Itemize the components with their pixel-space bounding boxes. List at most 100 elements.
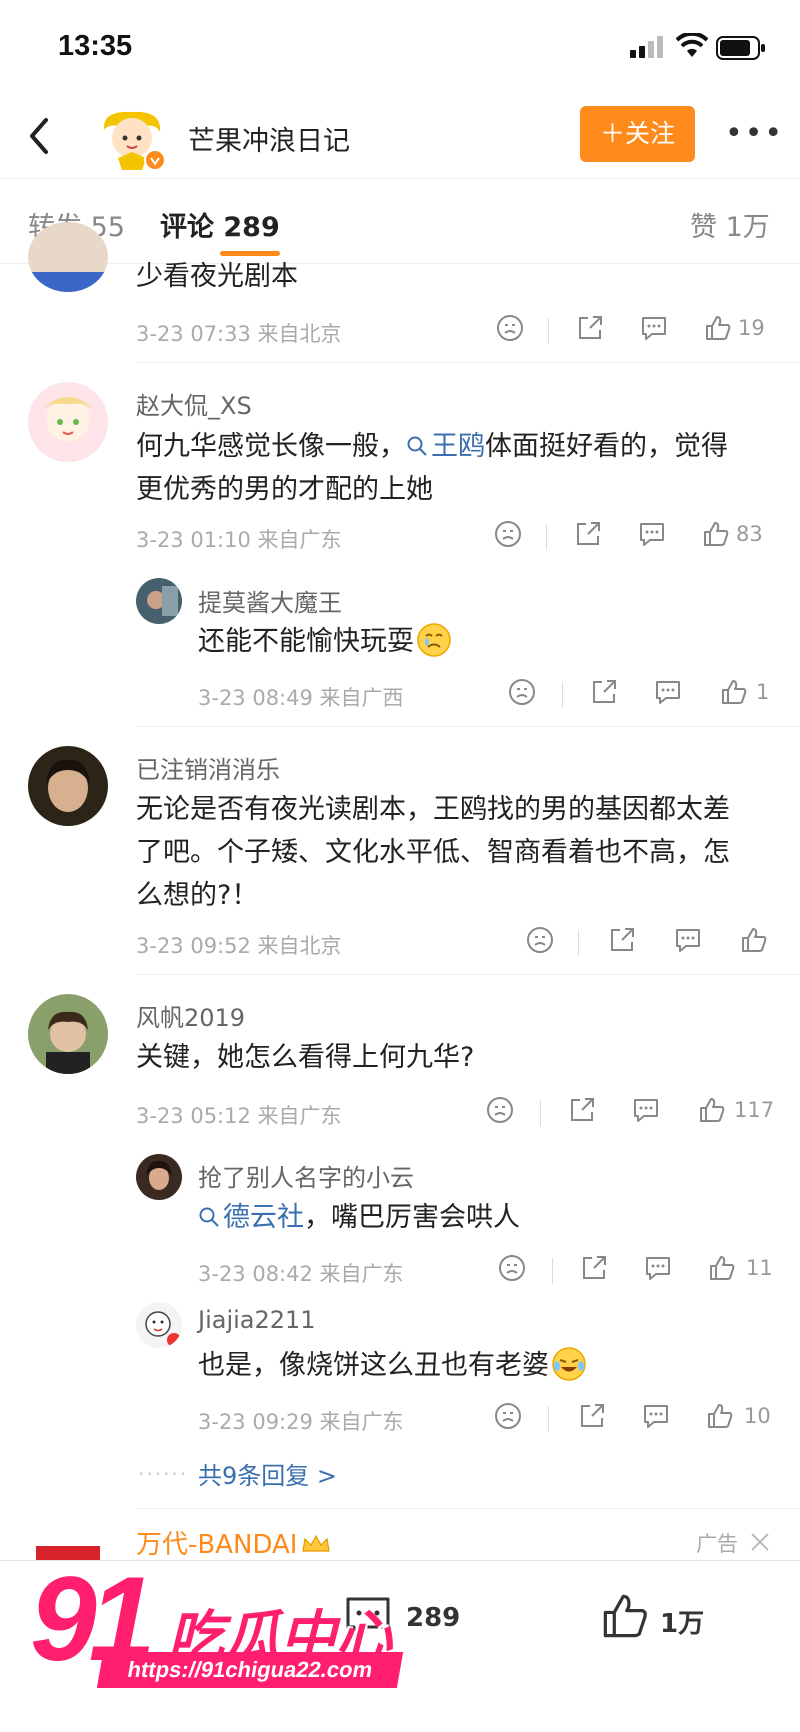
reply-text-part: 还能不能愉快玩耍 bbox=[198, 626, 414, 657]
topic-link-text: 王鸥 bbox=[431, 431, 485, 462]
like-icon[interactable] bbox=[708, 1254, 736, 1282]
replier-avatar[interactable] bbox=[136, 578, 182, 624]
share-icon[interactable] bbox=[580, 1254, 608, 1282]
signal-icon bbox=[630, 36, 663, 58]
comment-actions bbox=[526, 926, 786, 960]
commenter-name[interactable]: 风帆2019 bbox=[136, 998, 245, 1033]
replier-avatar[interactable] bbox=[136, 1154, 182, 1200]
comment-text-part: 了吧。个子矮、文化水平低、智商看着也不高，怎 bbox=[136, 837, 730, 868]
replier-name[interactable]: 抢了别人名字的小云 bbox=[198, 1158, 414, 1193]
battery-icon bbox=[716, 36, 765, 60]
share-icon[interactable] bbox=[576, 314, 604, 342]
account-name[interactable]: 芒果冲浪日记 bbox=[188, 119, 350, 158]
like-count: 10 bbox=[744, 1404, 771, 1428]
like-icon[interactable] bbox=[600, 1591, 650, 1641]
topic-link-text: 德云社 bbox=[223, 1202, 304, 1233]
dislike-icon[interactable] bbox=[496, 314, 524, 342]
back-icon[interactable] bbox=[20, 114, 60, 158]
like-icon[interactable] bbox=[740, 926, 768, 954]
commenter-avatar[interactable] bbox=[28, 382, 108, 462]
commenter-name[interactable]: 赵大侃_XS bbox=[136, 386, 252, 421]
dislike-icon[interactable] bbox=[508, 678, 536, 706]
commenter-name[interactable]: 已注销消消乐 bbox=[136, 750, 280, 785]
reply-icon[interactable] bbox=[654, 678, 682, 706]
dislike-icon[interactable] bbox=[498, 1254, 526, 1282]
reply-icon[interactable] bbox=[674, 926, 702, 954]
reply-meta: 3-23 09:29 来自广东 bbox=[198, 1410, 404, 1434]
wifi-icon bbox=[676, 33, 708, 57]
reply-icon[interactable] bbox=[638, 520, 666, 548]
likes-count: 1万 bbox=[660, 1609, 705, 1639]
replier-name[interactable]: 提莫酱大魔王 bbox=[198, 583, 342, 618]
comment-meta: 3-23 01:10 来自广东 bbox=[136, 528, 342, 552]
share-icon[interactable] bbox=[590, 678, 618, 706]
comment-divider bbox=[136, 726, 800, 727]
like-icon[interactable] bbox=[698, 1096, 726, 1124]
reply-actions: 11 bbox=[498, 1254, 778, 1288]
dislike-icon[interactable] bbox=[486, 1096, 514, 1124]
commenter-avatar[interactable] bbox=[28, 746, 108, 826]
like-icon[interactable] bbox=[704, 314, 732, 342]
view-more-replies[interactable]: 共9条回复 > bbox=[198, 1456, 337, 1491]
like-count: 1 bbox=[756, 680, 770, 704]
reply-text-part: ，嘴巴厉害会哄人 bbox=[304, 1202, 520, 1233]
watermark-url: https://91chigua22.com bbox=[96, 1652, 404, 1688]
comment-divider bbox=[136, 1508, 800, 1509]
reply-icon[interactable] bbox=[632, 1096, 660, 1124]
dislike-icon[interactable] bbox=[526, 926, 554, 954]
dislike-icon[interactable] bbox=[494, 520, 522, 548]
search-icon bbox=[199, 1207, 219, 1227]
like-icon[interactable] bbox=[706, 1402, 734, 1430]
comment-meta: 3-23 07:33 来自北京 bbox=[136, 322, 342, 346]
ad-account-name[interactable]: 万代-BANDAI bbox=[136, 1524, 331, 1561]
status-bar: 13:35 bbox=[0, 0, 800, 96]
dislike-icon[interactable] bbox=[494, 1402, 522, 1430]
topic-link[interactable]: 王鸥 bbox=[406, 431, 485, 462]
like-count: 11 bbox=[746, 1256, 773, 1280]
comment-meta: 3-23 09:52 来自北京 bbox=[136, 934, 342, 958]
reply-meta: 3-23 08:42 来自广东 bbox=[198, 1262, 404, 1286]
share-icon[interactable] bbox=[608, 926, 636, 954]
account-avatar[interactable] bbox=[96, 106, 168, 172]
reply-text: 也是，像烧饼这么丑也有老婆 bbox=[198, 1344, 587, 1387]
reply-actions: 1 bbox=[508, 678, 778, 712]
comment-actions: 19 bbox=[490, 314, 780, 348]
tab-bar: 转发 55 评论 289 赞 1万 bbox=[0, 178, 800, 264]
share-icon[interactable] bbox=[574, 520, 602, 548]
emoji-cry-icon bbox=[417, 623, 451, 657]
action-divider bbox=[552, 1258, 553, 1284]
status-time: 13:35 bbox=[58, 30, 133, 62]
replier-name[interactable]: Jiajia2211 bbox=[198, 1306, 316, 1334]
thread-dots: ······ bbox=[138, 1462, 189, 1486]
action-divider bbox=[548, 1406, 549, 1432]
commenter-avatar[interactable] bbox=[28, 222, 108, 292]
reply-meta: 3-23 08:49 来自广西 bbox=[198, 686, 404, 710]
emoji-laugh-cry-icon bbox=[552, 1347, 586, 1381]
like-icon[interactable] bbox=[720, 678, 748, 706]
like-icon[interactable] bbox=[702, 520, 730, 548]
close-icon[interactable] bbox=[748, 1530, 772, 1554]
follow-button[interactable]: ＋关注 bbox=[580, 106, 695, 162]
action-divider bbox=[546, 524, 547, 550]
like-count: 83 bbox=[736, 522, 763, 546]
topic-link[interactable]: 德云社 bbox=[198, 1202, 304, 1233]
share-icon[interactable] bbox=[568, 1096, 596, 1124]
comment-text: 关键，她怎么看得上何九华? bbox=[136, 1042, 475, 1073]
comment-meta: 3-23 05:12 来自广东 bbox=[136, 1104, 342, 1128]
like-count: 117 bbox=[734, 1098, 775, 1122]
reply-icon[interactable] bbox=[640, 314, 668, 342]
ad-label: 广告 bbox=[696, 1532, 738, 1556]
tab-comments[interactable]: 评论 289 bbox=[160, 205, 280, 244]
commenter-avatar[interactable] bbox=[28, 994, 108, 1074]
tab-likes[interactable]: 赞 1万 bbox=[690, 205, 770, 244]
action-divider bbox=[562, 682, 563, 708]
reply-text-part: 也是，像烧饼这么丑也有老婆 bbox=[198, 1350, 549, 1381]
reply-icon[interactable] bbox=[644, 1254, 672, 1282]
replier-avatar[interactable] bbox=[136, 1302, 182, 1348]
reply-icon[interactable] bbox=[642, 1402, 670, 1430]
share-icon[interactable] bbox=[578, 1402, 606, 1430]
action-divider bbox=[578, 930, 579, 956]
reply-text: 德云社，嘴巴厉害会哄人 bbox=[198, 1196, 520, 1239]
more-icon[interactable]: ••• bbox=[725, 114, 782, 154]
comment-divider bbox=[136, 362, 800, 363]
